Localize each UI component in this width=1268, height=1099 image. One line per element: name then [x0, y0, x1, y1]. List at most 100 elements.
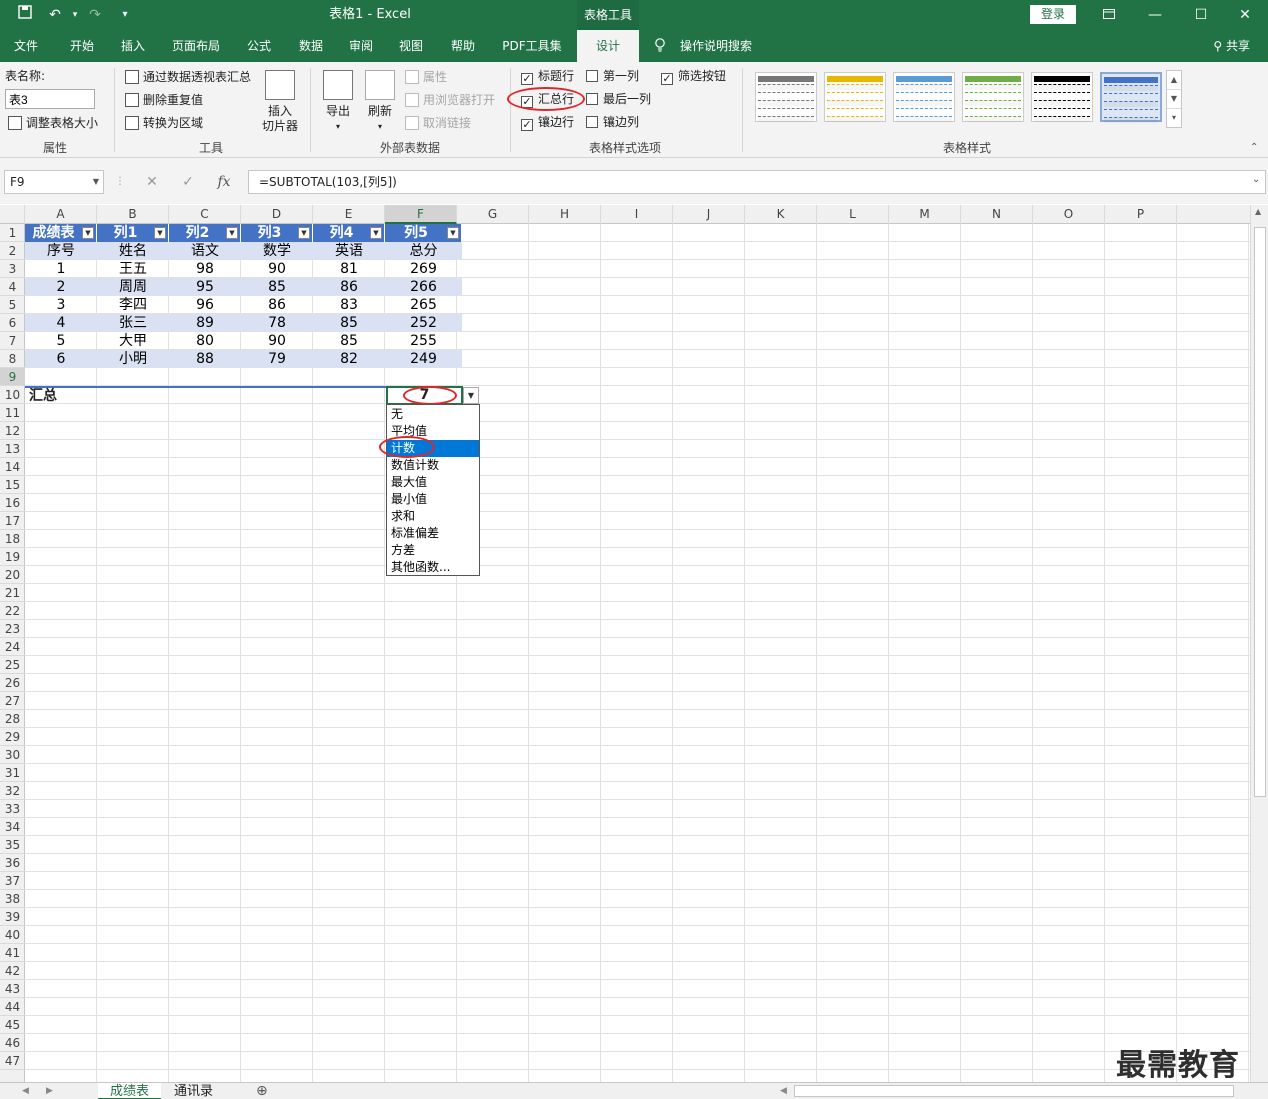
- table-cell[interactable]: 82: [313, 350, 385, 368]
- row-header-35[interactable]: 35: [0, 836, 25, 854]
- table-header-cell[interactable]: 列1 ▼: [97, 224, 169, 242]
- table-cell[interactable]: 4: [25, 314, 97, 332]
- total-function-option[interactable]: 计数: [387, 440, 479, 457]
- row-header-33[interactable]: 33: [0, 800, 25, 818]
- table-cell[interactable]: 96: [169, 296, 241, 314]
- row-header-26[interactable]: 26: [0, 674, 25, 692]
- table-cell[interactable]: 81: [313, 260, 385, 278]
- tell-me-search[interactable]: 操作说明搜索: [676, 30, 756, 62]
- table-header-cell[interactable]: 列3 ▼: [241, 224, 313, 242]
- column-header-c[interactable]: C: [169, 205, 241, 224]
- table-cell[interactable]: 88: [169, 350, 241, 368]
- filter-dropdown-icon[interactable]: ▼: [447, 227, 459, 239]
- table-cell[interactable]: 大甲: [97, 332, 169, 350]
- row-header-9[interactable]: 9: [0, 368, 25, 386]
- table-cell[interactable]: 总分: [385, 242, 462, 260]
- horizontal-scrollbar-thumb[interactable]: [794, 1085, 1234, 1097]
- name-box[interactable]: F9 ▼: [4, 170, 104, 194]
- filter-dropdown-icon[interactable]: ▼: [226, 227, 238, 239]
- open-in-browser-button[interactable]: 用浏览器打开: [405, 90, 495, 110]
- row-header-13[interactable]: 13: [0, 440, 25, 458]
- row-header-7[interactable]: 7: [0, 332, 25, 350]
- row-header-47[interactable]: 47: [0, 1052, 25, 1070]
- table-header-cell[interactable]: 列2 ▼: [169, 224, 241, 242]
- row-header-39[interactable]: 39: [0, 908, 25, 926]
- table-cell[interactable]: 265: [385, 296, 462, 314]
- gallery-more-icon[interactable]: ▾: [1167, 109, 1181, 128]
- column-header-a[interactable]: A: [25, 205, 97, 224]
- row-header-2[interactable]: 2: [0, 242, 25, 260]
- cancel-icon[interactable]: ✕: [142, 172, 162, 192]
- save-icon[interactable]: [14, 5, 36, 25]
- table-cell[interactable]: 83: [313, 296, 385, 314]
- undo-icon[interactable]: ↶: [44, 5, 66, 25]
- column-header-i[interactable]: I: [601, 205, 673, 224]
- refresh-button[interactable]: 刷新 ▾: [360, 70, 400, 134]
- table-cell[interactable]: 3: [25, 296, 97, 314]
- ribbon-display-icon[interactable]: [1086, 0, 1132, 30]
- select-all-corner[interactable]: [0, 205, 25, 224]
- scrollbar-thumb[interactable]: [1254, 227, 1266, 797]
- insert-slicer-button[interactable]: 插入 切片器: [258, 70, 302, 134]
- row-header-3[interactable]: 3: [0, 260, 25, 278]
- undo-dropdown-icon[interactable]: ▾: [64, 5, 86, 25]
- row-header-32[interactable]: 32: [0, 782, 25, 800]
- column-header-d[interactable]: D: [241, 205, 313, 224]
- column-header-j[interactable]: J: [673, 205, 745, 224]
- tab-home[interactable]: 开始: [60, 30, 104, 62]
- tab-review[interactable]: 审阅: [340, 30, 382, 62]
- styles-gallery-scroll[interactable]: ▲ ▼ ▾: [1166, 70, 1182, 128]
- row-header-36[interactable]: 36: [0, 854, 25, 872]
- row-header-10[interactable]: 10: [0, 386, 25, 404]
- row-header-37[interactable]: 37: [0, 872, 25, 890]
- row-header-18[interactable]: 18: [0, 530, 25, 548]
- row-header-5[interactable]: 5: [0, 296, 25, 314]
- row-header-40[interactable]: 40: [0, 926, 25, 944]
- row-header-6[interactable]: 6: [0, 314, 25, 332]
- row-header-41[interactable]: 41: [0, 944, 25, 962]
- tab-insert[interactable]: 插入: [112, 30, 154, 62]
- column-header-n[interactable]: N: [961, 205, 1033, 224]
- table-cell[interactable]: 5: [25, 332, 97, 350]
- login-button[interactable]: 登录: [1030, 5, 1076, 24]
- first-column-checkbox[interactable]: 第一列: [586, 66, 639, 86]
- sheet-tab-scores[interactable]: 成绩表: [98, 1083, 162, 1099]
- filter-dropdown-icon[interactable]: ▼: [298, 227, 310, 239]
- redo-icon[interactable]: ↷: [84, 5, 106, 25]
- table-cell[interactable]: 王五: [97, 260, 169, 278]
- tab-help[interactable]: 帮助: [442, 30, 484, 62]
- row-header-4[interactable]: 4: [0, 278, 25, 296]
- collapse-ribbon-icon[interactable]: ⌃: [1250, 142, 1258, 153]
- convert-to-range-button[interactable]: 转换为区域: [125, 113, 203, 133]
- resize-table-button[interactable]: 调整表格大小: [8, 113, 98, 133]
- row-header-42[interactable]: 42: [0, 962, 25, 980]
- table-cell[interactable]: 98: [169, 260, 241, 278]
- active-cell-f9[interactable]: 7: [386, 386, 463, 405]
- table-cell[interactable]: 2: [25, 278, 97, 296]
- table-cell[interactable]: 语文: [169, 242, 241, 260]
- table-style-thumbnail[interactable]: [755, 72, 817, 122]
- table-cell[interactable]: 李四: [97, 296, 169, 314]
- expand-formula-icon[interactable]: ⌄: [1252, 174, 1260, 185]
- scroll-left-icon[interactable]: ◀: [780, 1083, 787, 1099]
- row-header-21[interactable]: 21: [0, 584, 25, 602]
- total-function-option[interactable]: 数值计数: [387, 457, 479, 474]
- banded-columns-checkbox[interactable]: 镶边列: [586, 112, 639, 132]
- table-header-cell[interactable]: 列4 ▼: [313, 224, 385, 242]
- total-function-dropdown-button[interactable]: ▼: [463, 387, 479, 404]
- row-header-16[interactable]: 16: [0, 494, 25, 512]
- row-header-15[interactable]: 15: [0, 476, 25, 494]
- row-header-8[interactable]: 8: [0, 350, 25, 368]
- table-cell[interactable]: 249: [385, 350, 462, 368]
- total-function-option[interactable]: 无: [387, 406, 479, 423]
- table-cell[interactable]: 90: [241, 332, 313, 350]
- column-header-p[interactable]: P: [1105, 205, 1177, 224]
- row-header-22[interactable]: 22: [0, 602, 25, 620]
- table-style-thumbnail[interactable]: [893, 72, 955, 122]
- table-cell[interactable]: 78: [241, 314, 313, 332]
- table-cell[interactable]: 周周: [97, 278, 169, 296]
- row-header-14[interactable]: 14: [0, 458, 25, 476]
- total-function-option[interactable]: 标准偏差: [387, 525, 479, 542]
- table-cell[interactable]: 80: [169, 332, 241, 350]
- row-header-23[interactable]: 23: [0, 620, 25, 638]
